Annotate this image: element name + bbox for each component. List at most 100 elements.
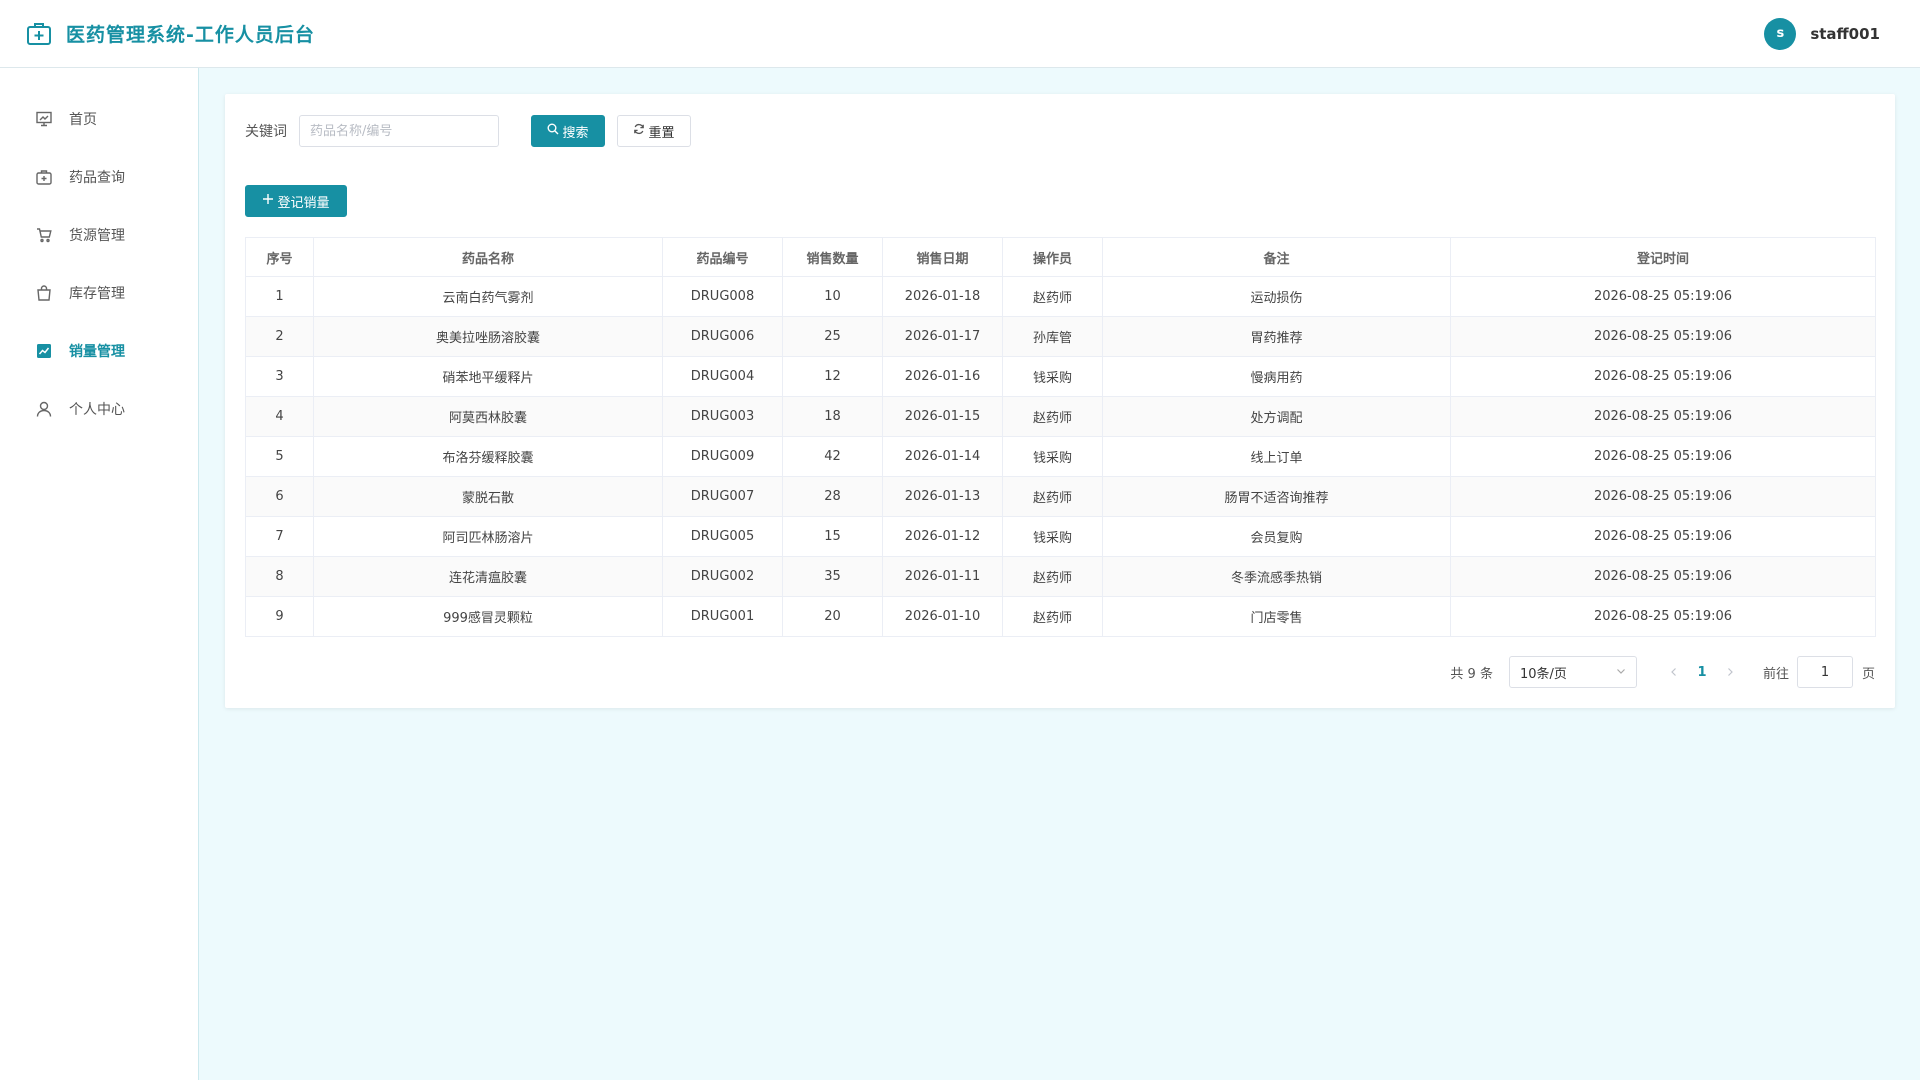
sidebar-item-sales[interactable]: 销量管理 <box>0 322 198 380</box>
table-cell: 赵药师 <box>1002 596 1103 637</box>
table-cell: 线上订单 <box>1102 436 1451 477</box>
table-cell: 2026-01-15 <box>882 396 1003 437</box>
search-button-label: 搜索 <box>562 125 589 141</box>
table-cell: 2026-01-11 <box>882 556 1003 597</box>
column-header: 登记时间 <box>1450 237 1876 277</box>
medkit-icon <box>26 21 52 47</box>
sidebar-item-drug-query[interactable]: 药品查询 <box>0 148 198 206</box>
page-size-select[interactable]: 10条/页 <box>1508 656 1637 688</box>
table-cell: 冬季流感季热销 <box>1102 556 1451 597</box>
table-cell: 慢病用药 <box>1102 356 1451 397</box>
table-cell: 肠胃不适咨询推荐 <box>1102 476 1451 517</box>
table-cell: 会员复购 <box>1102 516 1451 557</box>
table-cell: 孙库管 <box>1002 316 1103 357</box>
avatar[interactable]: s <box>1764 17 1797 50</box>
user-menu[interactable]: s staff001 <box>1764 17 1880 50</box>
column-header: 销售数量 <box>782 237 883 277</box>
table-cell: 10 <box>782 276 883 317</box>
table-cell: 15 <box>782 516 883 557</box>
add-sales-button[interactable]: 登记销量 <box>245 185 347 217</box>
username[interactable]: staff001 <box>1810 25 1880 43</box>
sidebar-item-label: 库存管理 <box>69 286 125 302</box>
table-cell: 2026-01-14 <box>882 436 1003 477</box>
table-row[interactable]: 4 阿莫西林胶囊 DRUG003 18 2026-01-15 赵药师 处方调配 2026-08… <box>245 396 1876 437</box>
table-cell: 3 <box>245 356 314 397</box>
medkit-icon <box>35 168 53 186</box>
table-cell: 6 <box>245 476 314 517</box>
table-cell: 9 <box>245 596 314 637</box>
chevron-left-icon <box>1671 668 1676 676</box>
table-cell: 18 <box>782 396 883 437</box>
table-cell: 7 <box>245 516 314 557</box>
bag-icon <box>35 284 53 302</box>
table-cell: 2026-01-17 <box>882 316 1003 357</box>
table-cell: 硝苯地平缓释片 <box>313 356 663 397</box>
table-cell: 25 <box>782 316 883 357</box>
table-cell: 2026-01-18 <box>882 276 1003 317</box>
table-row[interactable]: 1 云南白药气雾剂 DRUG008 10 2026-01-18 赵药师 运动损伤 2026-0… <box>245 276 1876 317</box>
sidebar-item-label: 货源管理 <box>69 228 125 244</box>
table-row[interactable]: 2 奥美拉唑肠溶胶囊 DRUG006 25 2026-01-17 孙库管 胃药推荐 2026-… <box>245 316 1876 357</box>
sidebar-item-home[interactable]: 首页 <box>0 90 198 148</box>
sidebar-item-inventory[interactable]: 库存管理 <box>0 264 198 322</box>
table-cell: 2026-08-25 05:19:06 <box>1450 556 1876 597</box>
table-body: 1 云南白药气雾剂 DRUG008 10 2026-01-18 赵药师 运动损伤 2026-0… <box>245 276 1876 637</box>
table-cell: 1 <box>245 276 314 317</box>
table-cell: 2026-08-25 05:19:06 <box>1450 516 1876 557</box>
sidebar-item-profile[interactable]: 个人中心 <box>0 380 198 438</box>
table-cell: 阿莫西林胶囊 <box>313 396 663 437</box>
table-row[interactable]: 3 硝苯地平缓释片 DRUG004 12 2026-01-16 钱采购 慢病用药 2026-0… <box>245 356 1876 397</box>
goto-label: 前往 <box>1762 666 1789 682</box>
search-input[interactable] <box>299 115 499 147</box>
search-button[interactable]: 搜索 <box>531 115 605 147</box>
table-cell: 赵药师 <box>1002 476 1103 517</box>
sidebar-item-label: 首页 <box>69 112 97 128</box>
table-row[interactable]: 7 阿司匹林肠溶片 DRUG005 15 2026-01-12 钱采购 会员复购 2026-0… <box>245 516 1876 557</box>
reset-button[interactable]: 重置 <box>617 115 691 147</box>
chart-icon <box>35 342 53 360</box>
table-cell: DRUG002 <box>662 556 783 597</box>
table-cell: 胃药推荐 <box>1102 316 1451 357</box>
table-cell: 2026-08-25 05:19:06 <box>1450 476 1876 517</box>
chevron-right-icon <box>1728 668 1733 676</box>
goto-page-input[interactable] <box>1796 656 1853 688</box>
table-cell: 42 <box>782 436 883 477</box>
refresh-icon <box>633 123 645 139</box>
top-header: 医药管理系统-工作人员后台 s staff001 <box>0 0 1920 68</box>
table-row[interactable]: 6 蒙脱石散 DRUG007 28 2026-01-13 赵药师 肠胃不适咨询推荐 2026-… <box>245 476 1876 517</box>
table-cell: 2 <box>245 316 314 357</box>
table-cell: 2026-08-25 05:19:06 <box>1450 596 1876 637</box>
cart-icon <box>35 226 53 244</box>
column-header: 药品编号 <box>662 237 783 277</box>
page-size-value: 10条/页 <box>1519 666 1567 682</box>
table-cell: 门店零售 <box>1102 596 1451 637</box>
next-page-button[interactable] <box>1717 658 1743 686</box>
sidebar-item-supply[interactable]: 货源管理 <box>0 206 198 264</box>
dashboard-icon <box>35 110 53 128</box>
page-number-current[interactable]: 1 <box>1687 658 1717 686</box>
keyword-label: 关键词 <box>245 124 287 140</box>
add-button-label: 登记销量 <box>277 195 330 211</box>
table-row[interactable]: 8 连花清瘟胶囊 DRUG002 35 2026-01-11 赵药师 冬季流感季热销 2026… <box>245 556 1876 597</box>
table-cell: 赵药师 <box>1002 276 1103 317</box>
search-bar: 关键词 搜索 重置 <box>245 115 691 147</box>
plus-icon <box>262 193 274 209</box>
goto-suffix: 页 <box>1861 666 1875 682</box>
table-cell: 2026-01-10 <box>882 596 1003 637</box>
table-cell: DRUG006 <box>662 316 783 357</box>
column-header: 销售日期 <box>882 237 1003 277</box>
app-title: 医药管理系统-工作人员后台 <box>66 24 315 46</box>
table-cell: 2026-01-16 <box>882 356 1003 397</box>
user-icon <box>35 400 53 418</box>
table-header-row: 序号 药品名称 药品编号 销售数量 销售日期 操作员 备注 登记时间 <box>245 237 1876 277</box>
sidebar-item-label: 个人中心 <box>69 402 125 418</box>
column-header: 药品名称 <box>313 237 663 277</box>
table-row[interactable]: 5 布洛芬缓释胶囊 DRUG009 42 2026-01-14 钱采购 线上订单 2026-0… <box>245 436 1876 477</box>
prev-page-button[interactable] <box>1661 658 1687 686</box>
table-cell: 2026-08-25 05:19:06 <box>1450 276 1876 317</box>
table-row[interactable]: 9 999感冒灵颗粒 DRUG001 20 2026-01-10 赵药师 门店零售 2026-… <box>245 596 1876 637</box>
table-cell: 20 <box>782 596 883 637</box>
table-cell: 云南白药气雾剂 <box>313 276 663 317</box>
table-cell: 2026-08-25 05:19:06 <box>1450 436 1876 477</box>
chevron-down-icon <box>1616 665 1626 680</box>
